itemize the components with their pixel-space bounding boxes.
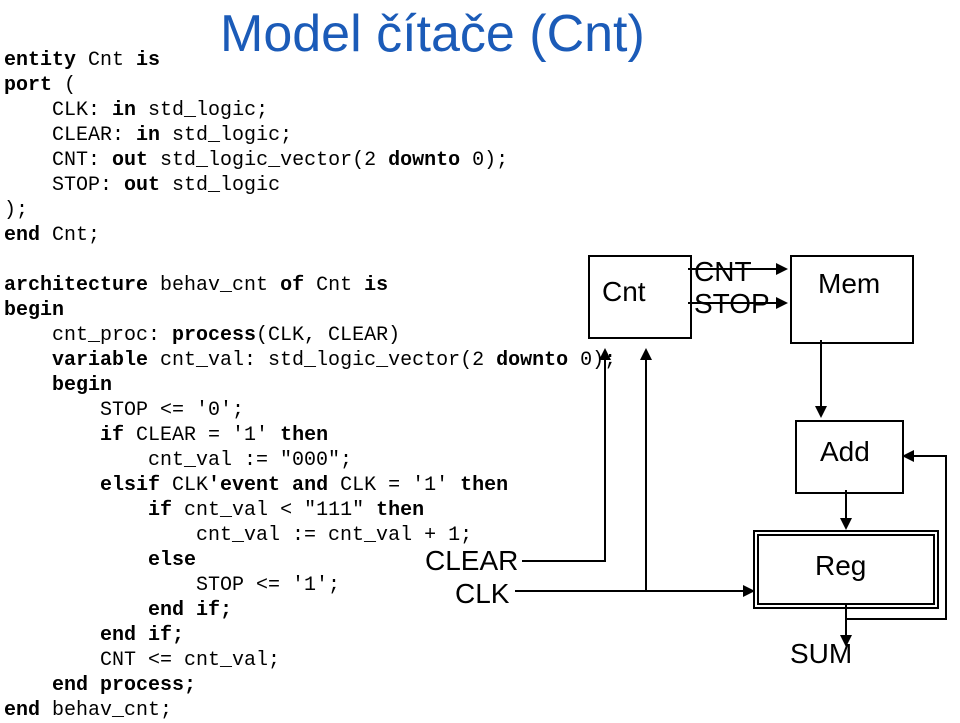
line-fb-h1 xyxy=(845,618,947,620)
line-reg-sum xyxy=(845,605,847,637)
line-clk-v xyxy=(645,352,647,592)
line-clk-to-reg xyxy=(645,590,745,592)
arrow-mem-add xyxy=(815,406,827,418)
cnt-label: Cnt xyxy=(602,276,646,308)
stop-port-label: STOP xyxy=(694,288,770,320)
arrow-cnt-mem-top xyxy=(776,263,788,275)
add-label: Add xyxy=(820,436,870,468)
mem-label: Mem xyxy=(818,268,880,300)
line-clk-h xyxy=(515,590,645,592)
line-clear-h xyxy=(522,560,604,562)
arrow-clk-reg xyxy=(743,585,755,597)
clk-label: CLK xyxy=(455,578,509,610)
arrow-cnt-mem-bot xyxy=(776,297,788,309)
reg-label: Reg xyxy=(815,550,866,582)
line-mem-add xyxy=(820,340,822,408)
line-add-reg xyxy=(845,490,847,520)
arrow-clk xyxy=(640,348,652,360)
arrow-fb xyxy=(902,450,914,462)
line-fb-h2 xyxy=(912,455,947,457)
arrow-reg-sum xyxy=(840,635,852,647)
line-fb-v xyxy=(945,455,947,620)
line-clear-v xyxy=(604,352,606,562)
line-cnt-mem-bot xyxy=(688,302,778,304)
cnt-port-label: CNT xyxy=(694,256,752,288)
arrow-clear xyxy=(599,348,611,360)
line-cnt-mem-top xyxy=(688,268,778,270)
clear-label: CLEAR xyxy=(425,545,518,577)
vhdl-code-block: entity Cnt is port ( CLK: in std_logic; … xyxy=(4,48,616,723)
arrow-add-reg xyxy=(840,518,852,530)
